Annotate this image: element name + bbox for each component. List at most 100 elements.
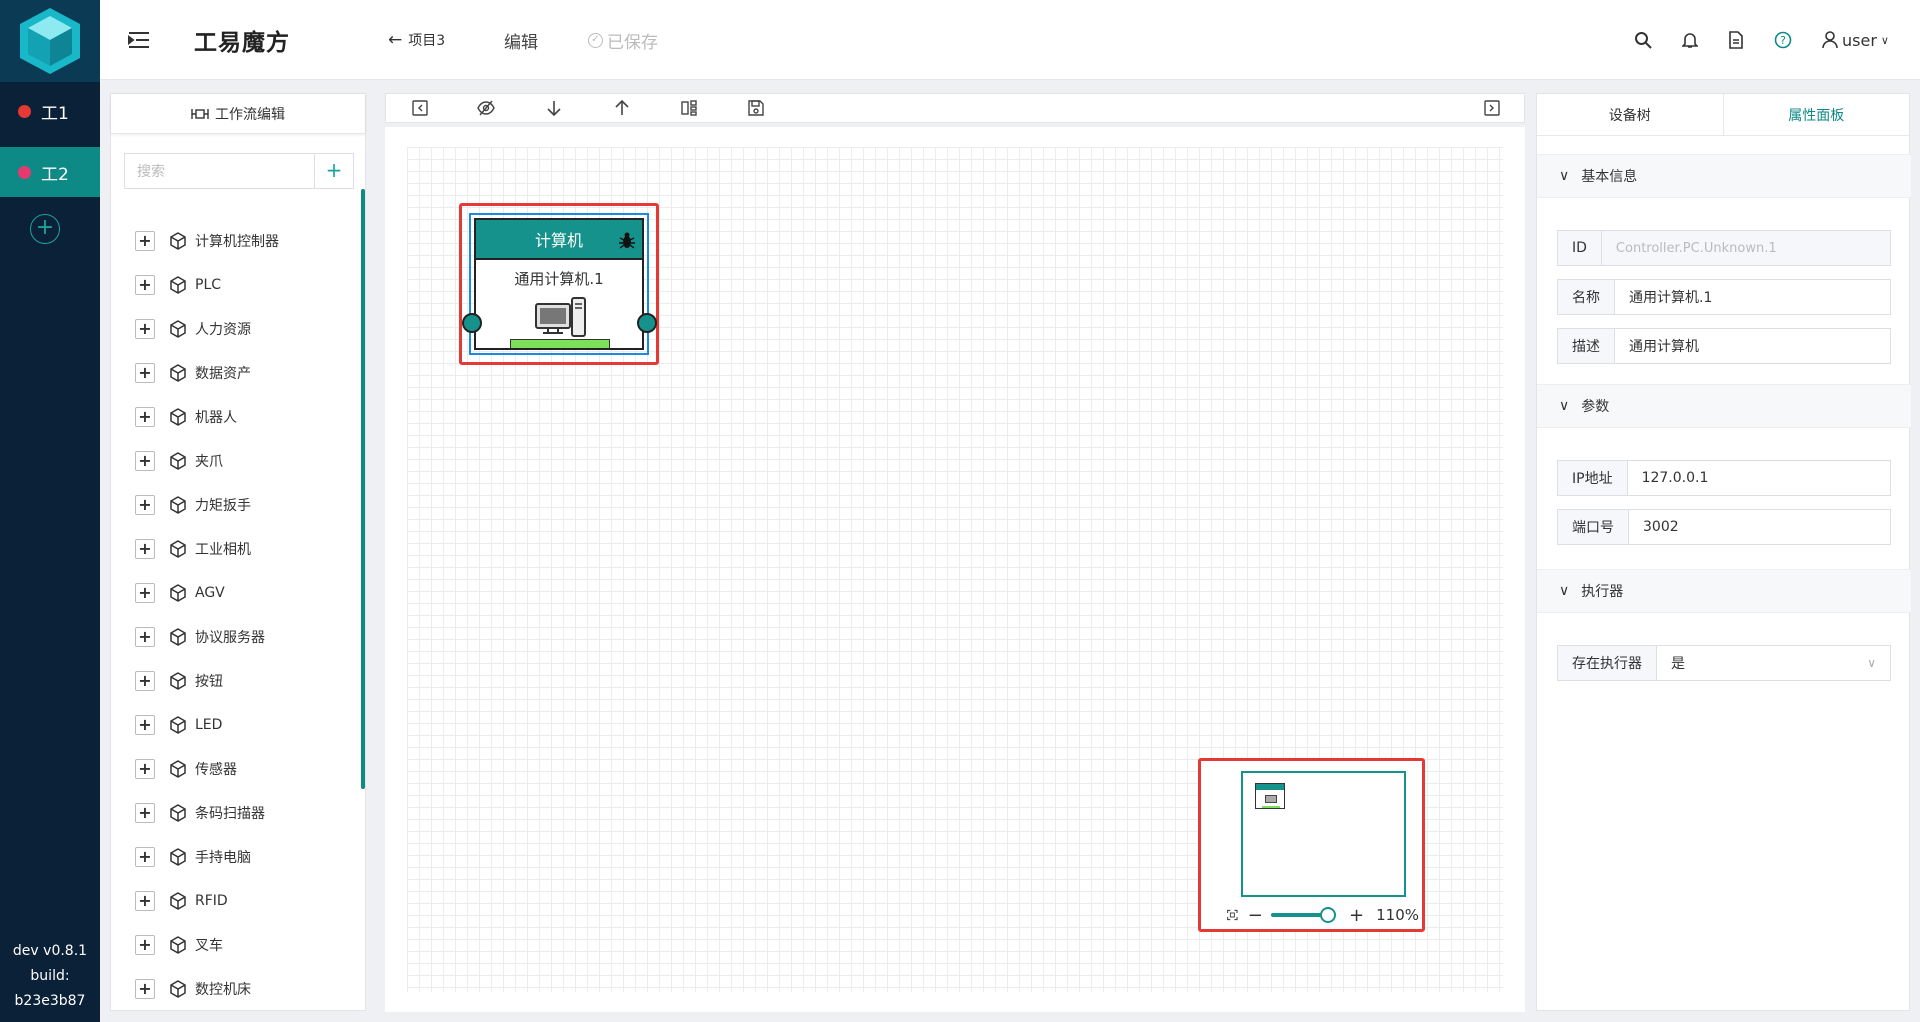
menu-toggle-icon[interactable] <box>128 0 150 80</box>
cube-icon <box>170 628 186 646</box>
rail-tab-2[interactable]: 工2 <box>0 147 100 197</box>
category-item[interactable]: + 叉车 <box>135 932 223 958</box>
category-item[interactable]: + 机器人 <box>135 404 237 430</box>
category-label: 力矩扳手 <box>195 498 251 514</box>
category-item[interactable]: + 人力资源 <box>135 316 251 342</box>
save-icon[interactable] <box>747 99 765 117</box>
name-field[interactable]: 名称 通用计算机.1 <box>1557 279 1891 315</box>
category-item[interactable]: + RFID <box>135 888 228 914</box>
expand-icon[interactable]: + <box>135 451 155 471</box>
app-title: 工易魔方 <box>194 30 290 56</box>
section-basic-info[interactable]: ∨ 基本信息 <box>1537 154 1911 198</box>
workflow-canvas[interactable]: 计算机 通用计算机.1 − + 110% <box>385 127 1525 1012</box>
zoom-slider[interactable] <box>1270 907 1337 923</box>
category-item[interactable]: + LED <box>135 712 222 738</box>
saved-status: ✓ 已保存 <box>588 0 658 80</box>
arrow-up-icon[interactable] <box>613 99 631 117</box>
collapse-right-icon[interactable] <box>1483 99 1501 117</box>
expand-icon[interactable]: + <box>135 583 155 603</box>
search-input[interactable]: 搜索 <box>124 153 314 189</box>
port-field[interactable]: 端口号 3002 <box>1557 509 1891 545</box>
document-icon[interactable] <box>1728 0 1744 80</box>
user-icon <box>1822 31 1838 49</box>
expand-icon[interactable]: + <box>135 319 155 339</box>
name-value: 通用计算机.1 <box>1629 290 1713 306</box>
scrollbar[interactable] <box>361 189 365 789</box>
section-parameters[interactable]: ∨ 参数 <box>1537 384 1911 428</box>
expand-icon[interactable]: + <box>135 803 155 823</box>
expand-icon[interactable]: + <box>135 627 155 647</box>
input-port[interactable] <box>462 313 482 333</box>
expand-icon[interactable]: + <box>135 935 155 955</box>
add-component-button[interactable]: + <box>314 153 354 189</box>
app-logo[interactable] <box>0 0 100 82</box>
expand-icon[interactable]: + <box>135 539 155 559</box>
right-tabs: 设备树 属性面板 <box>1537 94 1909 136</box>
category-item[interactable]: + 工业相机 <box>135 536 251 562</box>
category-item[interactable]: + 按钮 <box>135 668 223 694</box>
expand-icon[interactable]: + <box>135 759 155 779</box>
tab-device-tree[interactable]: 设备树 <box>1537 94 1723 135</box>
category-item[interactable]: + PLC <box>135 272 221 298</box>
id-value: Controller.PC.Unknown.1 <box>1601 231 1890 265</box>
fit-view-icon[interactable] <box>1227 907 1238 923</box>
executor-value: 是 <box>1671 656 1685 672</box>
expand-icon[interactable]: + <box>135 891 155 911</box>
tab-property-panel[interactable]: 属性面板 <box>1722 94 1910 135</box>
node-type-label: 计算机 <box>534 231 583 250</box>
arrow-left-icon: ← <box>388 30 403 50</box>
ip-field[interactable]: IP地址 127.0.0.1 <box>1557 460 1891 496</box>
eye-off-icon[interactable] <box>477 99 495 117</box>
expand-icon[interactable]: + <box>135 275 155 295</box>
zoom-controls: − + 110% <box>1227 905 1419 926</box>
back-to-project-link[interactable]: ← 项目3 <box>388 0 445 80</box>
expand-icon[interactable]: + <box>135 231 155 251</box>
workflow-edit-label: 工作流编辑 <box>215 106 285 123</box>
output-port[interactable] <box>637 313 657 333</box>
zoom-in-icon[interactable]: + <box>1349 905 1364 926</box>
expand-icon[interactable]: + <box>135 979 155 999</box>
layout-icon[interactable] <box>680 99 698 117</box>
collapse-left-icon[interactable] <box>411 99 429 117</box>
field-label: ID <box>1558 231 1602 265</box>
description-field[interactable]: 描述 通用计算机 <box>1557 328 1891 364</box>
zoom-slider-handle[interactable] <box>1320 907 1337 923</box>
expand-icon[interactable]: + <box>135 847 155 867</box>
executor-select[interactable]: 存在执行器 是 ∨ <box>1557 645 1891 681</box>
expand-icon[interactable]: + <box>135 407 155 427</box>
chevron-down-icon: ∨ <box>1867 656 1876 670</box>
category-item[interactable]: + 条码扫描器 <box>135 800 265 826</box>
workflow-edit-header[interactable]: 工作流编辑 <box>111 94 365 134</box>
arrow-down-icon[interactable] <box>545 99 563 117</box>
category-item[interactable]: + 夹爪 <box>135 448 223 474</box>
user-menu[interactable]: user ∨ <box>1822 0 1889 80</box>
user-name: user <box>1842 30 1877 50</box>
edit-menu[interactable]: 编辑 <box>504 0 538 80</box>
field-label: 存在执行器 <box>1558 646 1657 680</box>
bug-icon[interactable] <box>618 230 636 250</box>
category-item[interactable]: + 协议服务器 <box>135 624 265 650</box>
category-item[interactable]: + AGV <box>135 580 225 606</box>
bell-icon[interactable] <box>1682 0 1698 80</box>
category-item[interactable]: + 数控机床 <box>135 976 251 1002</box>
search-icon[interactable] <box>1634 0 1652 80</box>
category-label: 工业相机 <box>195 542 251 558</box>
add-tab-button[interactable]: + <box>30 214 60 244</box>
category-item[interactable]: + 传感器 <box>135 756 237 782</box>
cube-icon <box>170 364 186 382</box>
category-item[interactable]: + 力矩扳手 <box>135 492 251 518</box>
expand-icon[interactable]: + <box>135 715 155 735</box>
computer-icon <box>535 297 586 337</box>
help-icon[interactable]: ? <box>1774 0 1792 80</box>
computer-node[interactable]: 计算机 通用计算机.1 <box>474 218 644 350</box>
rail-tab-1[interactable]: 工1 <box>0 86 100 136</box>
section-executor[interactable]: ∨ 执行器 <box>1537 569 1911 613</box>
minimap-viewport[interactable] <box>1241 771 1406 897</box>
category-item[interactable]: + 手持电脑 <box>135 844 251 870</box>
category-item[interactable]: + 计算机控制器 <box>135 228 279 254</box>
expand-icon[interactable]: + <box>135 363 155 383</box>
expand-icon[interactable]: + <box>135 495 155 515</box>
expand-icon[interactable]: + <box>135 671 155 691</box>
category-item[interactable]: + 数据资产 <box>135 360 251 386</box>
zoom-out-icon[interactable]: − <box>1248 905 1263 926</box>
